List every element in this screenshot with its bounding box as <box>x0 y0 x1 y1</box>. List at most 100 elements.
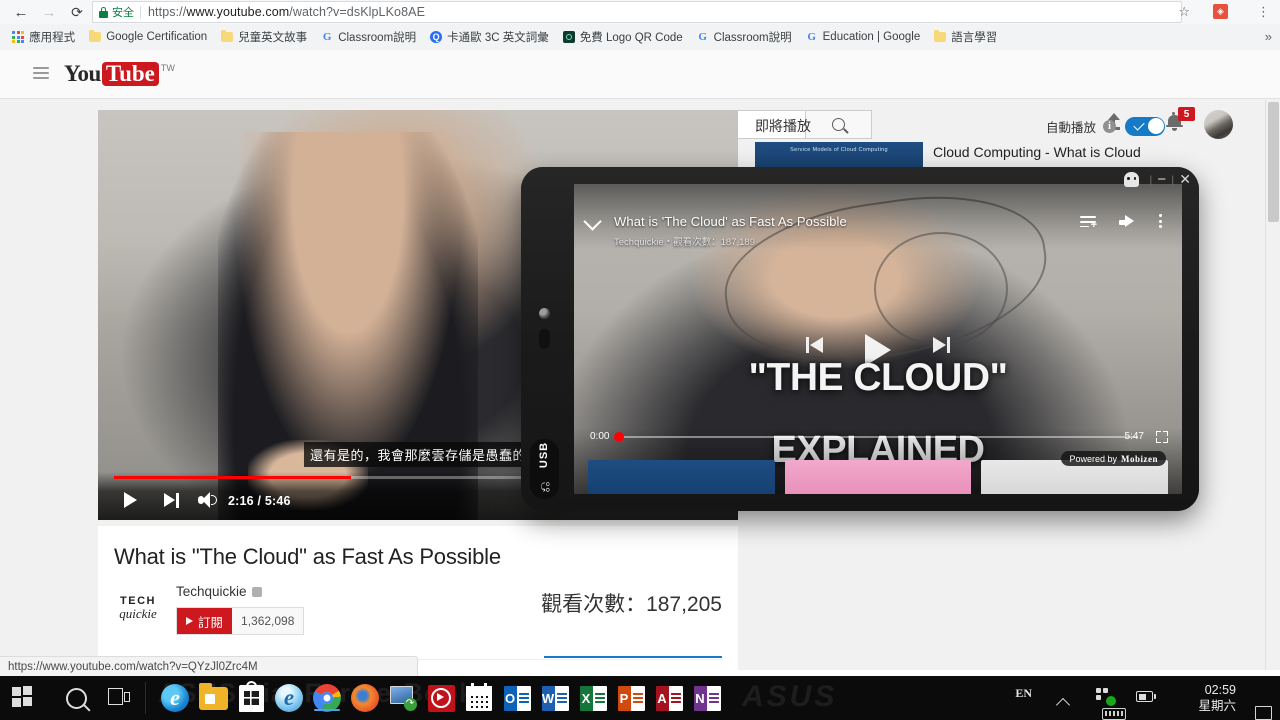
channel-logo[interactable]: TECH quickie <box>114 584 162 632</box>
network-icon[interactable] <box>1096 688 1116 706</box>
bookmark-label: 兒童英文故事 <box>238 32 308 44</box>
bookmark-item[interactable]: 免費 Logo QR Code <box>557 27 689 47</box>
language-indicator[interactable]: EN <box>1015 686 1032 701</box>
clock[interactable]: 02:59 星期六 <box>1198 682 1236 714</box>
task-view-icon[interactable] <box>108 688 130 705</box>
folder-icon <box>934 30 947 42</box>
close-button[interactable]: ✕ <box>1179 171 1191 188</box>
phone-screen[interactable]: What is 'The Cloud' as Fast As Possible … <box>574 184 1182 494</box>
phone-mirror-window[interactable]: USB ⎌ What is 'The Cloud' as Fast As Pos… <box>521 167 1199 683</box>
address-bar[interactable]: 安全 https://www.youtube.com/watch?v=dsKlp… <box>92 1 1182 23</box>
calendar-icon <box>466 682 492 711</box>
bookmark-item[interactable]: Q 卡通歐 3C 英文詞彙 <box>424 27 555 47</box>
mirror-progress-bar[interactable] <box>618 436 1138 438</box>
minimize-button[interactable]: − <box>1157 172 1166 187</box>
mirror-progress-handle[interactable] <box>614 432 624 442</box>
thumbnail-caption: Service Models of Cloud Computing <box>790 147 888 153</box>
page-scrollbar[interactable] <box>1265 100 1280 670</box>
bookmark-star-icon[interactable]: ☆ <box>1178 4 1190 20</box>
taskbar-app-calendar[interactable] <box>464 682 494 713</box>
next-button[interactable] <box>930 336 950 354</box>
qr-code-icon <box>562 31 575 43</box>
taskbar-app-remote-desktop[interactable]: ↷ <box>388 683 418 713</box>
taskbar-search-icon[interactable] <box>66 688 87 709</box>
bookmark-item[interactable]: 兒童英文故事 <box>215 27 313 47</box>
info-icon[interactable]: i <box>1103 119 1116 133</box>
bookmark-apps[interactable]: 應用程式 <box>6 27 81 47</box>
suggestion-thumb[interactable] <box>588 460 775 494</box>
taskbar-app-mozilla-firefox[interactable] <box>350 683 380 713</box>
subscribe-button[interactable]: 訂閱 <box>177 608 233 634</box>
mirror-current-time: 0:00 <box>590 431 610 442</box>
show-hidden-icons-icon[interactable] <box>1055 697 1071 713</box>
bookmark-label: Education | Google <box>822 31 921 43</box>
view-count: 觀看次數：187,205 <box>541 593 722 616</box>
status-link-bubble: https://www.youtube.com/watch?v=QYzJl0Zr… <box>0 656 418 676</box>
previous-button[interactable] <box>806 336 826 354</box>
bookmarks-overflow-button[interactable]: » <box>1265 29 1272 44</box>
taskbar-app-word[interactable]: W <box>540 683 570 713</box>
extension-icon[interactable]: ◈ <box>1213 4 1228 19</box>
suggestion-thumb[interactable] <box>784 460 972 494</box>
video-title: What is "The Cloud" as Fast As Possible <box>114 544 501 569</box>
play-button[interactable] <box>124 492 137 508</box>
add-to-queue-icon[interactable]: + <box>1080 216 1097 231</box>
taskbar-app-powerpoint[interactable]: P <box>616 683 646 713</box>
bookmark-label: Classroom說明 <box>338 32 417 44</box>
word-icon: W <box>541 685 569 711</box>
asus-watermark: ASUS <box>742 680 838 713</box>
bookmark-item[interactable]: G Classroom說明 <box>691 27 798 47</box>
lock-icon <box>99 6 108 18</box>
app-letter: P <box>617 685 631 711</box>
channel-name-row[interactable]: Techquickie <box>176 584 304 599</box>
up-next-label: 即將播放 <box>755 118 811 134</box>
avatar[interactable] <box>1204 110 1233 139</box>
bookmark-label: 卡通歐 3C 英文詞彙 <box>447 32 549 44</box>
action-center-icon[interactable] <box>1255 706 1272 720</box>
bookmark-label: Google Certification <box>106 31 208 43</box>
volume-icon[interactable] <box>198 492 218 509</box>
ie-icon: e <box>275 684 303 712</box>
share-icon[interactable] <box>1119 215 1134 228</box>
bookmark-item[interactable]: G Classroom說明 <box>315 27 422 47</box>
scrollbar-thumb[interactable] <box>1268 102 1279 222</box>
taskbar-app-internet-explorer[interactable]: e <box>274 683 304 713</box>
taskbar-app-microsoft-edge[interactable]: e <box>160 683 190 713</box>
autoplay-toggle[interactable] <box>1125 116 1165 136</box>
firefox-icon <box>351 684 379 712</box>
remote-desktop-icon: ↷ <box>389 685 417 711</box>
taskbar-app-media-player[interactable] <box>426 683 456 713</box>
taskbar-app-microsoft-store[interactable] <box>236 680 266 713</box>
time-display: 2:16 / 5:46 <box>228 494 291 508</box>
taskbar-app-onenote[interactable]: N <box>692 683 722 713</box>
reload-button[interactable]: ⟳ <box>64 0 90 24</box>
phone-speaker-icon <box>539 329 550 349</box>
ghost-icon[interactable] <box>1124 172 1140 187</box>
mirror-video-title: What is 'The Cloud' as Fast As Possible <box>614 214 847 229</box>
back-button[interactable]: ← <box>8 0 34 24</box>
taskbar-app-access[interactable]: A <box>654 683 684 713</box>
divider <box>140 5 141 19</box>
channel-logo-bottom: quickie <box>119 605 157 621</box>
active-indicator <box>314 708 340 711</box>
battery-icon[interactable] <box>1136 691 1156 702</box>
more-options-icon[interactable] <box>1159 214 1162 228</box>
guide-menu-icon[interactable] <box>33 67 49 79</box>
start-button[interactable] <box>12 686 34 708</box>
taskbar-app-file-explorer[interactable] <box>198 682 228 713</box>
youtube-logo[interactable]: You Tube TW <box>64 62 175 86</box>
taskbar-app-excel[interactable]: X <box>578 683 608 713</box>
chrome-menu-icon[interactable]: ⋮ <box>1257 3 1270 20</box>
fullscreen-icon[interactable] <box>1156 431 1168 443</box>
bookmark-item[interactable]: G Education | Google <box>800 27 927 47</box>
folder-icon <box>89 30 102 42</box>
keyboard-icon[interactable] <box>1102 708 1126 720</box>
youtube-header: You Tube TW 5 <box>0 50 1280 139</box>
next-video-button[interactable] <box>164 493 179 508</box>
bookmark-item[interactable]: Google Certification <box>83 27 213 47</box>
taskbar-app-outlook[interactable]: O <box>502 683 532 713</box>
bookmark-item[interactable]: 語言學習 <box>928 27 1003 47</box>
logo-country: TW <box>160 63 175 73</box>
taskbar-app-google-chrome[interactable] <box>312 683 342 713</box>
forward-button[interactable]: → <box>36 0 62 24</box>
